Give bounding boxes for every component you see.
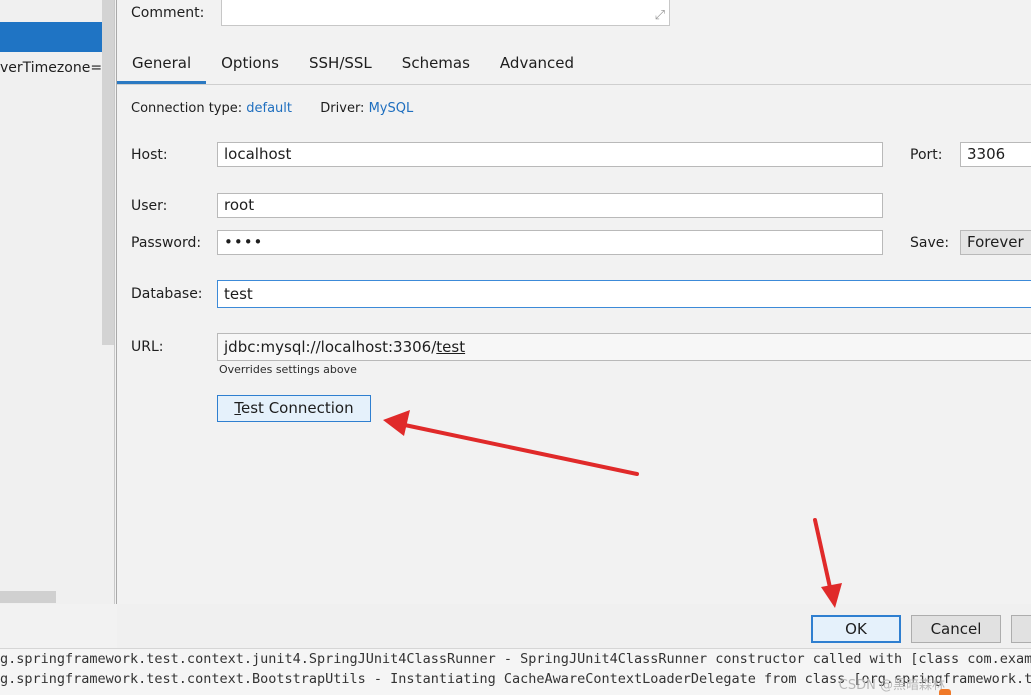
- user-label: User:: [131, 198, 168, 214]
- tab-ssh-ssl[interactable]: SSH/SSL: [294, 47, 387, 83]
- apply-button[interactable]: [1011, 615, 1031, 643]
- database-input[interactable]: test: [217, 280, 1031, 308]
- save-dropdown[interactable]: Forever: [960, 230, 1031, 255]
- left-connection-list: [0, 0, 115, 604]
- database-label: Database:: [131, 286, 203, 302]
- connection-type-label: Connection type:: [131, 101, 243, 116]
- console-output: g.springframework.test.context.junit4.Sp…: [0, 648, 1031, 695]
- tab-advanced[interactable]: Advanced: [485, 47, 589, 83]
- url-database-part: test: [436, 338, 466, 356]
- tab-bar: General Options SSH/SSL Schemas Advanced: [117, 47, 589, 85]
- tab-divider: [117, 84, 1031, 85]
- host-input[interactable]: localhost: [217, 142, 883, 167]
- left-url-fragment: verTimezone=G: [0, 60, 113, 76]
- left-vertical-scrollbar[interactable]: [102, 0, 114, 345]
- tab-schemas[interactable]: Schemas: [387, 47, 485, 83]
- port-input[interactable]: 3306: [960, 142, 1031, 167]
- url-label: URL:: [131, 339, 164, 355]
- tab-options[interactable]: Options: [206, 47, 294, 83]
- panel-divider: [116, 0, 117, 604]
- password-label: Password:: [131, 235, 202, 251]
- driver-link[interactable]: MySQL: [369, 101, 414, 116]
- save-label: Save:: [910, 235, 950, 251]
- orange-indicator: [939, 689, 951, 695]
- expand-icon[interactable]: ⤢: [655, 8, 665, 23]
- connection-info-row: Connection type: default Driver: MySQL: [131, 101, 413, 116]
- port-label: Port:: [910, 147, 943, 163]
- user-input[interactable]: root: [217, 193, 883, 218]
- arrow-to-ok-button: [813, 518, 842, 608]
- left-horizontal-scrollbar[interactable]: [0, 591, 56, 603]
- url-prefix: jdbc:mysql://localhost:3306/: [224, 338, 437, 356]
- console-line: g.springframework.test.context.junit4.Sp…: [0, 651, 1031, 667]
- comment-label: Comment:: [131, 5, 205, 21]
- arrow-to-test-connection: [383, 410, 639, 476]
- url-hint: Overrides settings above: [219, 363, 357, 376]
- host-label: Host:: [131, 147, 168, 163]
- driver-label: Driver:: [320, 101, 365, 116]
- tab-general[interactable]: General: [117, 47, 207, 84]
- connection-type-link[interactable]: default: [246, 101, 292, 116]
- test-connection-button[interactable]: Test Connection: [217, 395, 371, 422]
- test-connection-label: est Connection: [241, 399, 354, 417]
- url-input[interactable]: jdbc:mysql://localhost:3306/test: [217, 333, 1031, 361]
- password-input[interactable]: ••••: [217, 230, 883, 255]
- selected-connection-row[interactable]: [0, 22, 114, 52]
- cancel-button[interactable]: Cancel: [911, 615, 1001, 643]
- watermark: CSDN @黑暗森林: [838, 678, 945, 693]
- ok-button[interactable]: OK: [811, 615, 901, 643]
- comment-field[interactable]: ⤢: [221, 0, 670, 26]
